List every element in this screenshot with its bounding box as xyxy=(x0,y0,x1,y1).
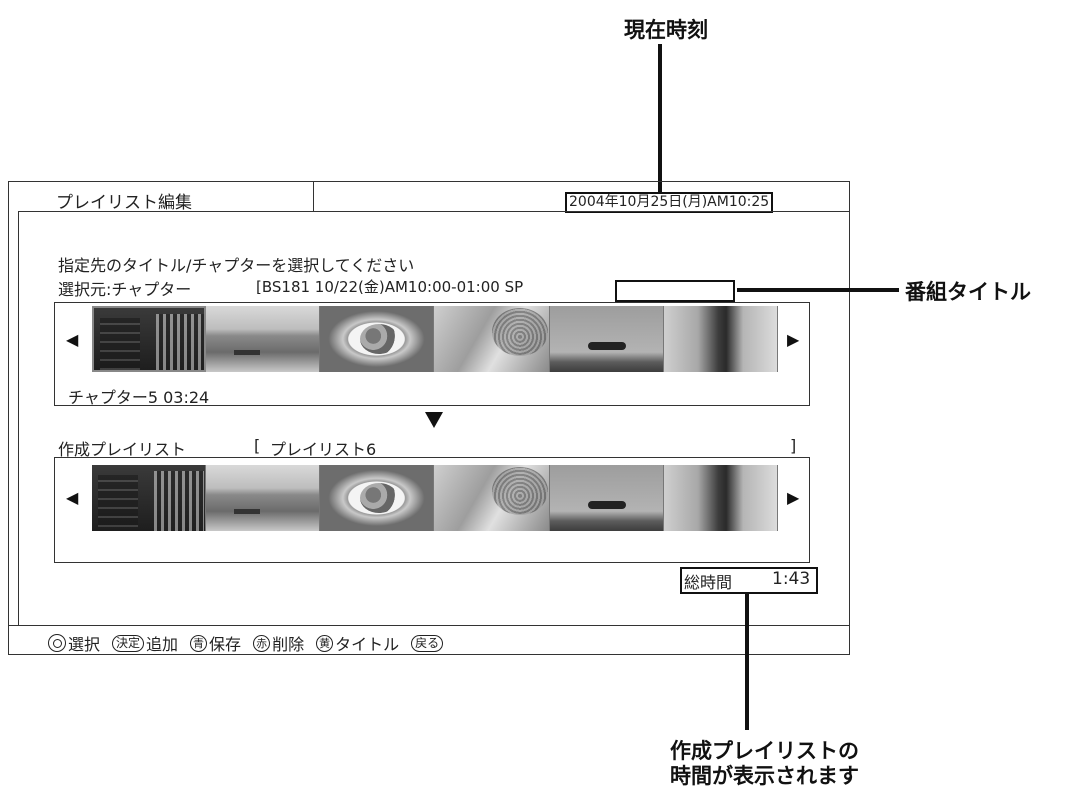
footer-label-save: 保存 xyxy=(209,635,242,654)
chapter-thumbnail[interactable] xyxy=(206,306,320,372)
playlist-open-bracket: [ xyxy=(254,436,261,455)
footer-item-select: 選択 xyxy=(48,631,100,655)
footer-label-select: 選択 xyxy=(68,635,101,654)
playlist-thumbnail[interactable] xyxy=(664,465,778,531)
program-title-box xyxy=(615,280,735,302)
playlist-thumbnail-strip xyxy=(92,465,778,531)
chapter-thumbnail[interactable] xyxy=(434,306,550,372)
chapter-thumbnail[interactable] xyxy=(92,306,206,372)
chapter-thumbnail[interactable] xyxy=(550,306,664,372)
dpad-icon xyxy=(48,634,66,652)
yellow-key-icon: 黄 xyxy=(316,634,334,652)
chapter-thumbnail[interactable] xyxy=(664,306,778,372)
red-key-icon: 赤 xyxy=(253,634,271,652)
down-arrow-icon xyxy=(425,412,443,428)
playlist-thumbnail[interactable] xyxy=(320,465,434,531)
chapter-thumbnail[interactable] xyxy=(320,306,434,372)
playlist-thumbnail[interactable] xyxy=(92,465,206,531)
source-label: 選択元:チャプター xyxy=(58,280,192,299)
callout-playlist-time-line xyxy=(745,594,749,730)
footer-item-back: 戻る xyxy=(411,634,444,652)
playlist-scroll-right-button[interactable]: ▶ xyxy=(787,488,799,507)
current-datetime: 2004年10月25日(月)AM10:25 xyxy=(565,192,774,213)
total-time-label: 総時間 xyxy=(684,573,733,592)
instruction-text: 指定先のタイトル/チャプターを選択してください xyxy=(58,256,415,275)
playlist-thumbnail[interactable] xyxy=(206,465,320,531)
chapter-info: チャプター5 03:24 xyxy=(68,388,210,407)
blue-key-icon: 青 xyxy=(190,634,208,652)
footer-label-delete: 削除 xyxy=(272,635,305,654)
source-recording-info: [BS181 10/22(金)AM10:00-01:00 SP xyxy=(256,278,524,296)
playlist-thumbnail[interactable] xyxy=(550,465,664,531)
playlist-thumbnail[interactable] xyxy=(434,465,550,531)
footer-item-title: 黄 タイトル xyxy=(316,631,399,655)
footer-label-add: 追加 xyxy=(146,635,179,654)
playlist-scroll-left-button[interactable]: ◀ xyxy=(66,488,78,507)
callout-current-time: 現在時刻 xyxy=(624,18,708,42)
total-time-value: 1:43 xyxy=(772,569,811,589)
callout-program-title-line xyxy=(737,288,899,292)
screen-title: プレイリスト編集 xyxy=(56,193,192,213)
back-key-icon: 戻る xyxy=(411,634,444,652)
footer-guide: 選択 決定 追加 青 保存 赤 削除 黄 タイトル 戻る xyxy=(48,631,444,655)
source-scroll-left-button[interactable]: ◀ xyxy=(66,330,78,349)
source-scroll-right-button[interactable]: ▶ xyxy=(787,330,799,349)
footer-item-delete: 赤 削除 xyxy=(253,631,304,655)
enter-key-icon: 決定 xyxy=(112,634,145,652)
source-thumbnail-strip xyxy=(92,306,778,372)
footer-item-save: 青 保存 xyxy=(190,631,241,655)
callout-program-title: 番組タイトル xyxy=(905,280,1031,304)
footer-divider xyxy=(8,625,850,626)
footer-item-add: 決定 追加 xyxy=(112,631,178,655)
playlist-close-bracket: ] xyxy=(790,436,797,455)
footer-label-title: タイトル xyxy=(335,635,400,654)
callout-current-time-line xyxy=(658,44,662,194)
